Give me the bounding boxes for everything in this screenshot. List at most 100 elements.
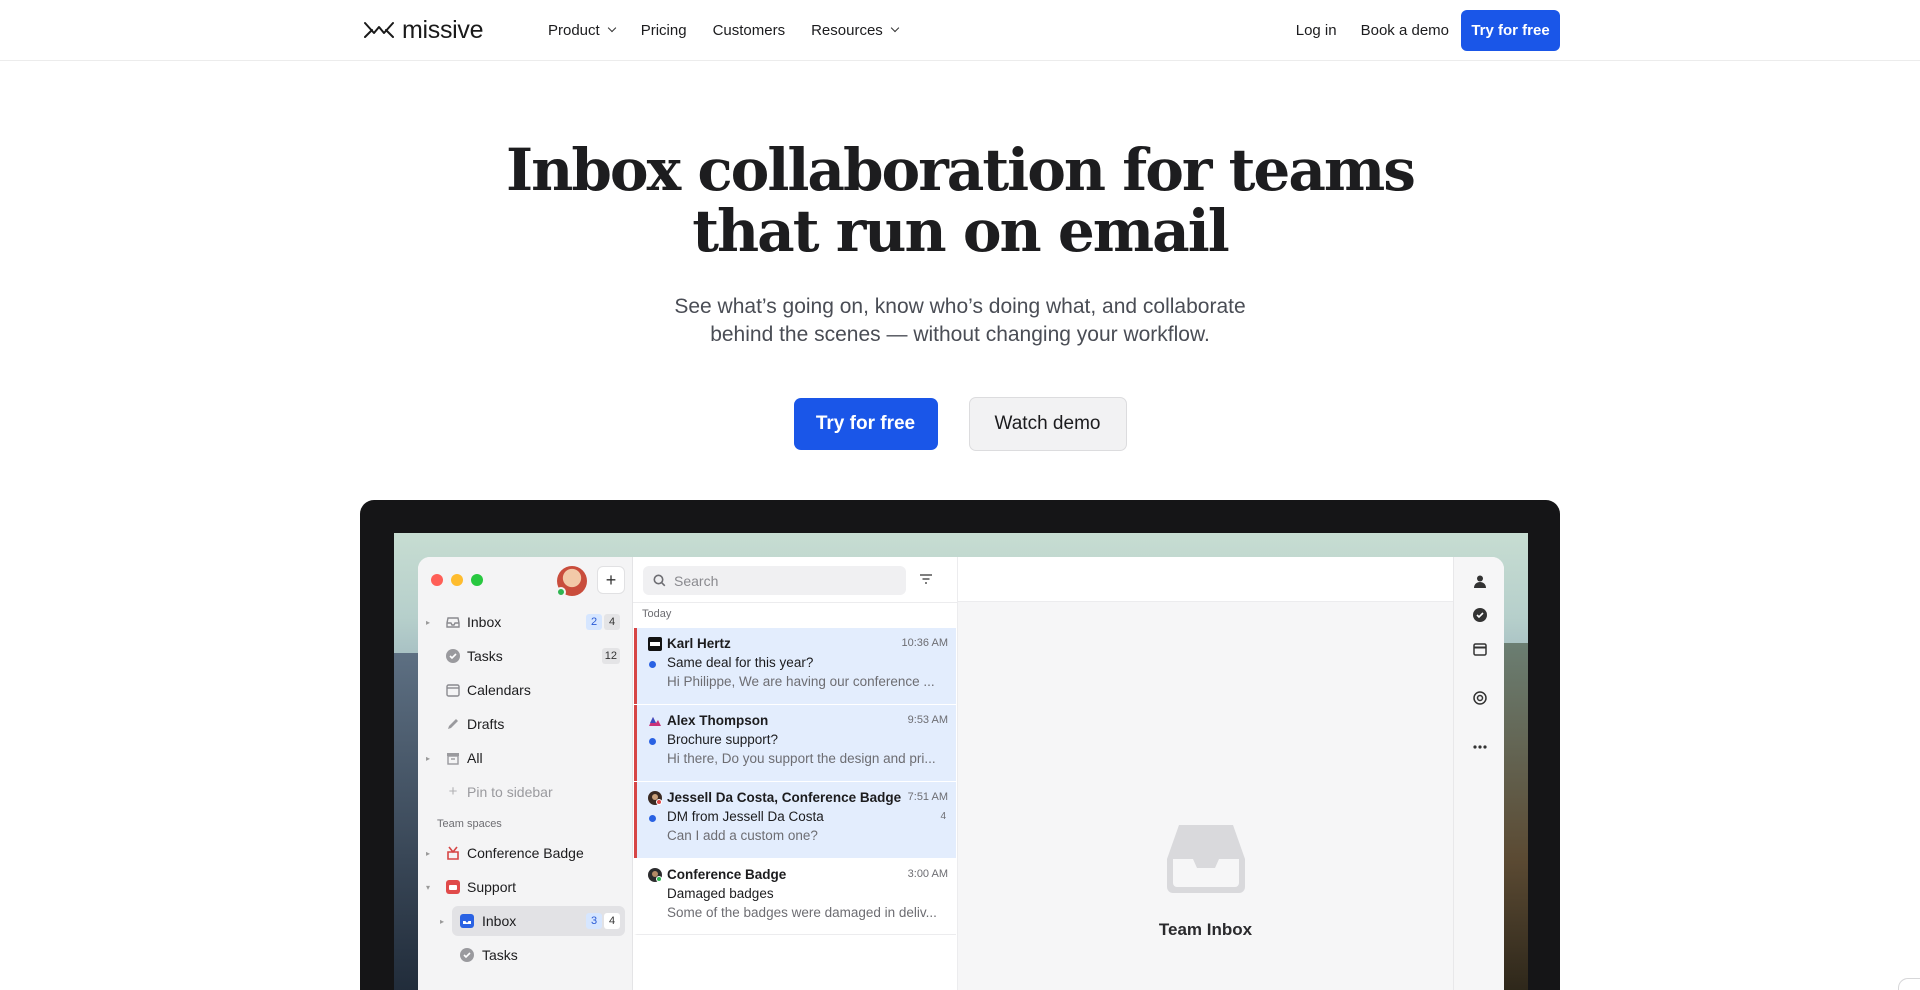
sidebar-item-label: Tasks <box>482 947 518 963</box>
nav-try-free-button[interactable]: Try for free <box>1461 10 1560 51</box>
empty-state-title: Team Inbox <box>1158 920 1253 939</box>
sidebar-item-label: Drafts <box>467 716 505 732</box>
app-sidebar: + ▸ Inbox 2 4 Tasks 12 Calendars Drafts … <box>418 557 633 990</box>
nav-actions: Log in Book a demo Try for free <box>1296 10 1560 51</box>
filter-icon[interactable] <box>919 573 933 585</box>
sidebar-item-support-tasks[interactable]: Tasks <box>418 938 633 972</box>
collapse-caret-icon[interactable]: ▾ <box>426 883 430 892</box>
window-controls <box>431 574 483 586</box>
compose-button[interactable]: + <box>597 566 625 594</box>
alex-thompson-avatar-icon <box>649 717 661 726</box>
calendar-icon[interactable] <box>1472 641 1488 657</box>
missive-logo[interactable]: missive <box>364 16 484 44</box>
conversation-preview: Some of the badges were damaged in deliv… <box>667 905 937 920</box>
conversation-preview: Hi Philippe, We are having our conferenc… <box>667 674 935 689</box>
calendar-icon <box>446 684 460 697</box>
conversation-item[interactable]: Alex Thompson 9:53 AM Brochure support? … <box>634 705 956 781</box>
sidebar-item-label: Inbox <box>482 913 517 929</box>
plus-icon: + <box>448 783 458 800</box>
unread-count-badge: 2 <box>586 614 602 630</box>
support-logo-icon <box>446 880 460 894</box>
nav-product[interactable]: Product <box>548 19 616 41</box>
nav-product-label: Product <box>548 21 600 39</box>
check-circle-icon <box>460 948 474 962</box>
sidebar-item-label: Conference Badge <box>467 845 584 861</box>
chat-widget-button[interactable] <box>1898 978 1920 990</box>
unread-dot <box>649 738 656 745</box>
nav-resources[interactable]: Resources <box>811 19 900 41</box>
watch-demo-button[interactable]: Watch demo <box>968 397 1127 451</box>
pin-to-sidebar-button[interactable]: + Pin to sidebar <box>418 775 633 809</box>
check-circle-icon <box>446 649 460 663</box>
unread-count-badge: 3 <box>586 913 602 929</box>
chevron-down-icon <box>607 23 616 33</box>
close-window-button[interactable] <box>431 574 443 586</box>
search-placeholder: Search <box>674 572 719 589</box>
login-link[interactable]: Log in <box>1296 22 1337 39</box>
conversation-time: 9:53 AM <box>907 714 948 726</box>
inbox-icon <box>446 617 460 628</box>
expand-caret-icon[interactable]: ▸ <box>426 754 430 763</box>
more-icon[interactable] <box>1472 739 1488 755</box>
sidebar-item-drafts[interactable]: Drafts <box>418 707 633 741</box>
conversation-preview: Hi there, Do you support the design and … <box>667 751 936 766</box>
total-count-badge: 4 <box>604 913 620 929</box>
check-circle-icon[interactable] <box>1472 607 1488 623</box>
expand-caret-icon[interactable]: ▸ <box>440 917 444 926</box>
missive-app-window: + ▸ Inbox 2 4 Tasks 12 Calendars Drafts … <box>418 557 1504 990</box>
pin-to-sidebar-label: Pin to sidebar <box>467 784 553 800</box>
conversation-item[interactable]: Conference Badge 3:00 AM Damaged badges … <box>634 859 956 935</box>
detail-toolbar <box>958 557 1453 602</box>
hero-subtitle: See what’s going on, know who’s doing wh… <box>0 293 1920 349</box>
tasks-count-badge: 12 <box>601 648 620 664</box>
conversation-detail-pane: Team Inbox <box>958 557 1453 990</box>
divider <box>633 602 958 603</box>
badge-logo-icon <box>447 846 459 860</box>
sidebar-item-all[interactable]: ▸ All <box>418 741 633 775</box>
conversation-time: 10:36 AM <box>901 637 948 649</box>
total-count-badge: 4 <box>604 614 620 630</box>
search-input[interactable]: Search <box>643 566 906 595</box>
book-demo-link[interactable]: Book a demo <box>1361 22 1449 39</box>
person-icon[interactable] <box>1472 573 1488 589</box>
sidebar-item-label: Tasks <box>467 648 503 664</box>
inbox-icon <box>460 914 474 928</box>
expand-caret-icon[interactable]: ▸ <box>426 849 430 858</box>
hero-try-free-button[interactable]: Try for free <box>793 398 938 450</box>
sidebar-team-support[interactable]: ▾ Support <box>418 870 633 904</box>
nav-pricing-label: Pricing <box>640 21 687 39</box>
sidebar-item-label: Inbox <box>467 614 502 630</box>
sidebar-item-label: All <box>467 750 483 766</box>
conversation-subject: Brochure support? <box>667 732 779 747</box>
sidebar-item-tasks[interactable]: Tasks 12 <box>418 639 633 673</box>
zoom-window-button[interactable] <box>471 574 483 586</box>
minimize-window-button[interactable] <box>451 574 463 586</box>
conversation-item[interactable]: Jessell Da Costa, Conference Badge 7:51 … <box>634 782 956 858</box>
conversation-time: 3:00 AM <box>907 868 948 880</box>
inbox-badges: 2 4 <box>586 614 620 630</box>
chevron-down-icon <box>890 23 900 33</box>
online-status-dot <box>556 587 566 597</box>
sidebar-item-inbox[interactable]: ▸ Inbox 2 4 <box>418 605 633 639</box>
sidebar-item-label: Support <box>467 879 517 895</box>
conversation-time: 7:51 AM <box>907 791 948 803</box>
nav-links: Product Pricing Customers Resources <box>548 19 924 41</box>
conversation-sender: Conference Badge <box>667 867 787 882</box>
sidebar-item-support-inbox[interactable]: ▸ Inbox 3 4 <box>418 904 633 938</box>
team-spaces-heading: Team spaces <box>437 818 502 830</box>
nav-pricing[interactable]: Pricing <box>641 19 687 41</box>
hero-title-line-2: that run on email <box>692 197 1230 265</box>
conversation-item[interactable]: Karl Hertz 10:36 AM Same deal for this y… <box>634 628 956 704</box>
expand-caret-icon[interactable]: ▸ <box>426 618 430 627</box>
hero-title: Inbox collaboration for teams that run o… <box>0 140 1920 262</box>
nav-customers-label: Customers <box>712 21 786 39</box>
conversation-sender: Alex Thompson <box>667 713 769 728</box>
sidebar-item-calendars[interactable]: Calendars <box>418 673 633 707</box>
pencil-icon <box>448 719 458 729</box>
nav-resources-label: Resources <box>811 21 883 39</box>
openai-icon[interactable] <box>1472 690 1488 706</box>
right-rail <box>1453 557 1504 990</box>
sidebar-team-conference-badge[interactable]: ▸ Conference Badge <box>418 836 633 870</box>
nav-customers[interactable]: Customers <box>713 19 786 41</box>
unread-dot <box>649 661 656 668</box>
